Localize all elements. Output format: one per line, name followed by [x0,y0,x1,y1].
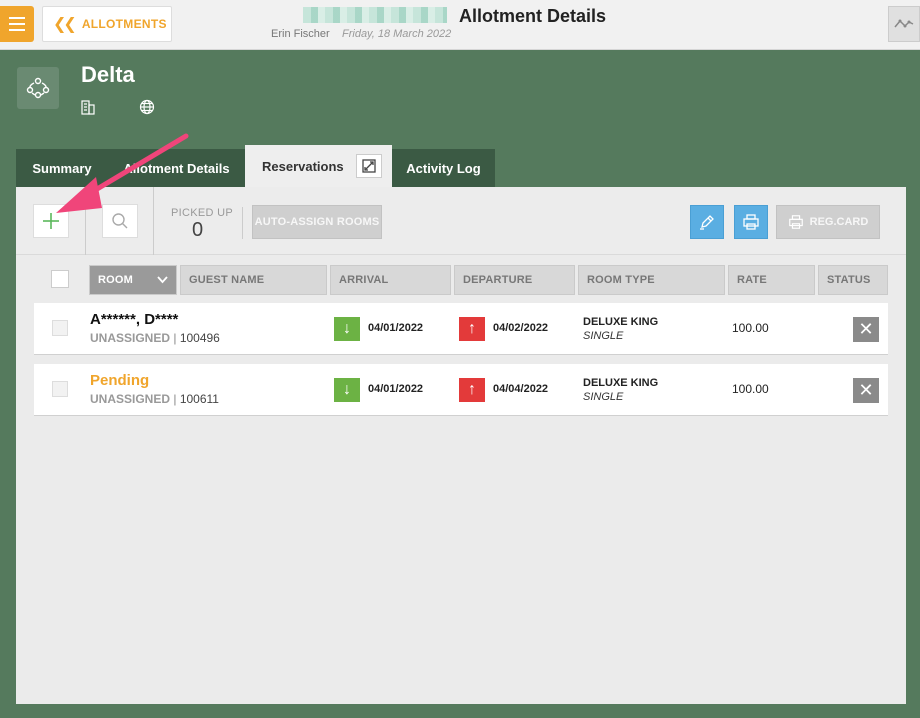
tab-activity-log-label: Activity Log [406,160,481,176]
tab-reservations[interactable]: Reservations [245,145,392,187]
room-type: DELUXE KING [583,316,659,328]
chevron-down-icon [157,276,168,284]
tab-summary-label: Summary [32,160,92,176]
edit-button[interactable] [690,205,724,239]
reg-card-label: REG.CARD [809,216,869,228]
arrow-down-icon: ↓ [334,317,360,341]
people-network-icon [26,77,50,99]
auto-assign-rooms-button[interactable]: AUTO-ASSIGN ROOMS [252,205,382,239]
cancel-reservation-button[interactable]: ✕ [853,378,879,403]
reservation-number: 100496 [179,331,220,345]
toolbar-divider [242,207,243,239]
blurred-hotel-name [303,7,447,23]
column-header-arrival[interactable]: ARRIVAL [330,265,451,295]
table-row[interactable]: Pending UNASSIGNED | 100611 ↓ 04/01/2022… [34,364,888,416]
guest-name[interactable]: Pending [90,372,149,389]
column-header-status[interactable]: STATUS [818,265,888,295]
reg-card-button[interactable]: REG.CARD [776,205,880,239]
current-date: Friday, 18 March 2022 [342,28,452,40]
picked-up-label: PICKED UP [171,207,233,219]
picked-up-value: 0 [192,219,204,241]
add-reservation-button[interactable] [33,204,69,238]
column-header-room-type[interactable]: ROOM TYPE [578,265,725,295]
arrival-date: 04/01/2022 [368,322,424,334]
tab-summary[interactable]: Summary [16,149,108,187]
column-header-room-label: ROOM [98,274,134,286]
room-assignment: UNASSIGNED | 100611 [90,392,219,406]
globe-icon[interactable] [139,99,155,120]
room-status: UNASSIGNED [90,392,171,406]
rate-value: 100.00 [732,382,769,396]
departure-date: 04/04/2022 [493,383,549,395]
back-to-allotments-button[interactable]: ❮❮ ALLOTMENTS [42,6,172,42]
page-title: Allotment Details [459,6,607,26]
rate-value: 100.00 [732,321,769,335]
row-checkbox[interactable] [52,320,68,336]
arrival-date: 04/01/2022 [368,383,424,395]
column-header-guest-name[interactable]: GUEST NAME [180,265,327,295]
close-icon: ✕ [858,319,874,339]
reservations-panel: PICKED UP 0 AUTO-ASSIGN ROOMS REG.CARD R… [16,187,906,704]
search-button[interactable] [102,204,138,238]
menu-icon [9,17,25,19]
column-header-departure[interactable]: DEPARTURE [454,265,575,295]
building-icon[interactable] [80,99,96,120]
room-type: DELUXE KING [583,377,659,389]
row-checkbox[interactable] [52,381,68,397]
close-icon: ✕ [858,380,874,400]
cancel-reservation-button[interactable]: ✕ [853,317,879,342]
tab-allotment-details[interactable]: Allotment Details [108,149,245,187]
plus-icon [43,213,59,229]
printer-icon [788,215,803,229]
arrow-up-icon: ↑ [459,378,485,402]
guest-name[interactable]: A******, D**** [90,311,178,328]
column-header-room[interactable]: ROOM [89,265,177,295]
column-header-rate[interactable]: RATE [728,265,815,295]
select-all-checkbox[interactable] [51,270,69,288]
room-status: UNASSIGNED [90,331,171,345]
arrow-down-icon: ↓ [334,378,360,402]
room-occupancy: SINGLE [583,391,624,403]
tab-activity-log[interactable]: Activity Log [392,149,495,187]
room-occupancy: SINGLE [583,330,624,342]
room-assignment: UNASSIGNED | 100496 [90,331,220,345]
top-bar: ❮❮ ALLOTMENTS Allotment Details Erin Fis… [0,0,920,50]
reservations-toolbar: PICKED UP 0 AUTO-ASSIGN ROOMS REG.CARD [16,187,906,255]
back-button-label: ALLOTMENTS [81,17,167,31]
property-icon [17,67,59,109]
chevron-left-icon: ❮❮ [53,16,77,33]
printer-icon [743,214,759,230]
search-icon [112,213,128,229]
activity-button[interactable] [888,6,920,42]
expand-icon [362,159,376,173]
table-row[interactable]: A******, D**** UNASSIGNED | 100496 ↓ 04/… [34,303,888,355]
property-name: Delta [81,62,135,87]
menu-button[interactable] [0,6,34,42]
reservation-number: 100611 [179,392,219,406]
arrow-up-icon: ↑ [459,317,485,341]
departure-date: 04/02/2022 [493,322,549,334]
activity-icon [894,19,914,28]
expand-button[interactable] [355,154,382,178]
user-name: Erin Fischer [271,28,330,40]
pen-icon [700,215,714,230]
tab-reservations-label: Reservations [262,158,344,174]
tab-allotment-details-label: Allotment Details [123,160,230,176]
print-button[interactable] [734,205,768,239]
